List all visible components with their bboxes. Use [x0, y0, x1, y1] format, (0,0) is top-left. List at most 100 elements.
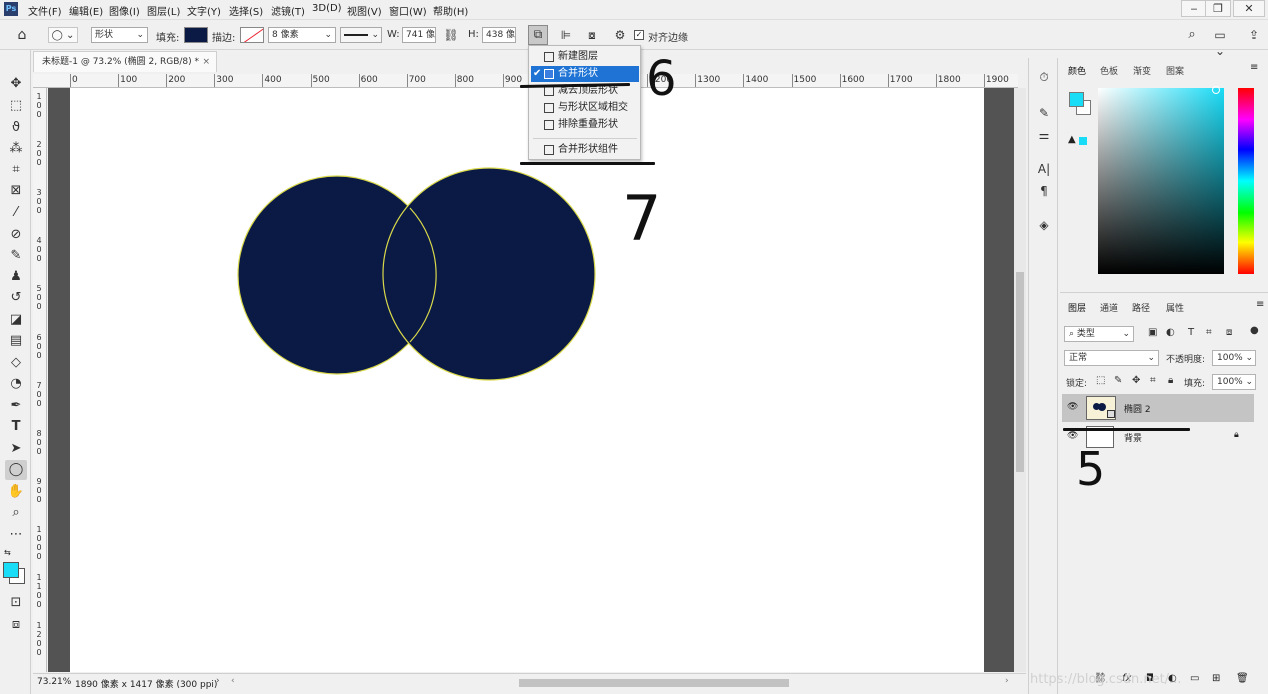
- stroke-type-select[interactable]: ⌄: [340, 27, 382, 43]
- zoom-tool-icon[interactable]: ⌕: [5, 503, 27, 523]
- color-picker-field[interactable]: [1098, 88, 1224, 274]
- layer-row-ellipse[interactable]: 👁︎ 椭圆 2: [1062, 394, 1254, 422]
- home-icon[interactable]: ⌂: [14, 27, 30, 43]
- menu-file[interactable]: 文件(F): [28, 3, 62, 18]
- dodge-tool-icon[interactable]: ◔: [5, 374, 27, 394]
- frame-tool-icon[interactable]: ⊠: [5, 181, 27, 201]
- color-picker-cursor[interactable]: [1212, 86, 1220, 94]
- lock-transparent-icon[interactable]: ⬚: [1096, 375, 1105, 386]
- foreground-color-swatch[interactable]: [3, 562, 19, 578]
- layer-filter-select[interactable]: ⌕ 类型 ⌄: [1064, 326, 1134, 342]
- brush-settings-icon[interactable]: ✎: [1035, 104, 1053, 122]
- filter-shape-icon[interactable]: ⌗: [1206, 327, 1212, 338]
- trash-icon[interactable]: 🗑︎: [1236, 673, 1249, 684]
- adjustments-icon[interactable]: ⚌: [1035, 126, 1053, 144]
- crop-tool-icon[interactable]: ⌗: [5, 160, 27, 180]
- menu-merge-shape-components[interactable]: 合并形状组件: [531, 142, 639, 158]
- gear-icon[interactable]: ⚙: [612, 27, 628, 43]
- lock-artboard-icon[interactable]: ⌗: [1150, 375, 1156, 386]
- pen-tool-icon[interactable]: ✒: [5, 396, 27, 416]
- filter-smart-object-icon[interactable]: ⧈: [1226, 327, 1232, 338]
- menu-select[interactable]: 选择(S): [229, 3, 263, 18]
- path-selection-tool-icon[interactable]: ➤: [5, 439, 27, 459]
- new-layer-icon[interactable]: ⊞: [1212, 673, 1220, 684]
- menu-exclude-overlapping-shapes[interactable]: 排除重叠形状: [531, 117, 639, 133]
- zoom-level[interactable]: 73.21%: [37, 677, 71, 687]
- menu-help[interactable]: 帮助(H): [433, 3, 468, 18]
- menu-intersect-shape-areas[interactable]: 与形状区域相交: [531, 100, 639, 116]
- filter-pixel-icon[interactable]: ▣: [1148, 327, 1157, 338]
- menu-type[interactable]: 文字(Y): [187, 3, 221, 18]
- tab-patterns[interactable]: 图案: [1166, 64, 1184, 77]
- stroke-swatch[interactable]: [240, 27, 264, 43]
- history-panel-icon[interactable]: ⏱: [1035, 68, 1053, 86]
- new-group-icon[interactable]: ▭: [1190, 673, 1199, 684]
- lock-position-icon[interactable]: ✥: [1132, 375, 1140, 386]
- visibility-eye-icon[interactable]: 👁︎: [1067, 431, 1078, 441]
- paragraph-panel-icon[interactable]: ¶: [1035, 182, 1053, 200]
- height-field[interactable]: 438 像素: [482, 27, 516, 43]
- character-panel-icon[interactable]: A|: [1035, 160, 1053, 178]
- lock-all-icon[interactable]: 🔒︎: [1168, 375, 1173, 386]
- layers-menu-icon[interactable]: ≡: [1256, 299, 1264, 310]
- panel-menu-icon[interactable]: ≡: [1250, 62, 1258, 73]
- healing-brush-tool-icon[interactable]: ⊘: [5, 225, 27, 245]
- share-icon[interactable]: ⇪: [1246, 27, 1262, 43]
- lasso-tool-icon[interactable]: ϑ: [5, 118, 27, 138]
- gradient-tool-icon[interactable]: ▤: [5, 331, 27, 351]
- horizontal-scrollbar[interactable]: ‹ ›: [229, 674, 1019, 693]
- menu-3d[interactable]: 3D(D): [312, 3, 342, 14]
- eyedropper-tool-icon[interactable]: ⁄: [5, 203, 27, 223]
- stroke-size-field[interactable]: 8 像素 ⌄: [268, 27, 336, 43]
- quick-mask-icon[interactable]: ⊡: [5, 593, 27, 613]
- path-alignment-icon[interactable]: ⊫: [558, 27, 574, 43]
- lock-image-icon[interactable]: ✎: [1114, 375, 1122, 386]
- color-fg-swatch[interactable]: [1069, 92, 1084, 107]
- swap-colors-icon[interactable]: ⇆: [4, 548, 11, 557]
- close-window-button[interactable]: ✕: [1233, 0, 1265, 17]
- fill-field[interactable]: 100% ⌄: [1212, 374, 1256, 390]
- path-arrangement-icon[interactable]: ⧇: [584, 27, 600, 43]
- blend-mode-select[interactable]: 正常 ⌄: [1064, 350, 1159, 366]
- web-safe-swatch[interactable]: [1079, 137, 1087, 145]
- history-brush-tool-icon[interactable]: ↺: [5, 288, 27, 308]
- tab-gradients[interactable]: 渐变: [1133, 64, 1151, 77]
- more-tools-icon[interactable]: ⋯: [5, 525, 27, 545]
- menu-combine-shapes[interactable]: ✔ 合并形状: [531, 66, 639, 82]
- eraser-tool-icon[interactable]: ◪: [5, 310, 27, 330]
- align-edges-checkbox[interactable]: ✓: [634, 30, 644, 40]
- move-tool-icon[interactable]: ✥: [5, 74, 27, 94]
- 3d-panel-icon[interactable]: ◈: [1035, 216, 1053, 234]
- restore-button[interactable]: ❐: [1205, 0, 1231, 17]
- tab-swatches[interactable]: 色板: [1100, 64, 1118, 77]
- link-icon[interactable]: ⛓: [443, 27, 459, 43]
- menu-filter[interactable]: 滤镜(T): [271, 3, 305, 18]
- magic-wand-tool-icon[interactable]: ⁂: [5, 139, 27, 159]
- status-arrow-icon[interactable]: ›: [216, 676, 220, 686]
- minimize-button[interactable]: ‒: [1181, 0, 1207, 17]
- tab-channels[interactable]: 通道: [1100, 301, 1118, 314]
- filter-adjustment-icon[interactable]: ◐: [1166, 327, 1175, 338]
- canvas[interactable]: [70, 88, 984, 672]
- hue-slider[interactable]: [1238, 88, 1254, 274]
- menu-window[interactable]: 窗口(W): [389, 3, 427, 18]
- screen-mode-icon[interactable]: ⧈: [5, 615, 27, 635]
- menu-layer[interactable]: 图层(L): [147, 3, 180, 18]
- blur-tool-icon[interactable]: ◇: [5, 353, 27, 373]
- workspace-icon[interactable]: ▭ ⌄: [1208, 27, 1232, 58]
- width-field[interactable]: 741 像素: [402, 27, 436, 43]
- search-icon[interactable]: ⌕: [1184, 27, 1200, 43]
- hand-tool-icon[interactable]: ✋: [5, 482, 27, 502]
- ellipse-tool-icon[interactable]: ◯: [5, 460, 27, 480]
- filter-toggle-icon[interactable]: ●: [1250, 325, 1259, 336]
- marquee-tool-icon[interactable]: ⬚: [5, 96, 27, 116]
- shape-mode-select[interactable]: 形状 ⌄: [91, 27, 148, 43]
- tab-properties[interactable]: 属性: [1166, 301, 1184, 314]
- menu-new-layer[interactable]: 新建图层: [531, 49, 639, 65]
- visibility-eye-icon[interactable]: 👁︎: [1067, 402, 1078, 412]
- stamp-tool-icon[interactable]: ♟: [5, 267, 27, 287]
- menu-image[interactable]: 图像(I): [109, 3, 140, 18]
- tab-paths[interactable]: 路径: [1132, 301, 1150, 314]
- path-operations-icon[interactable]: ⧉: [528, 25, 548, 45]
- close-tab-icon[interactable]: ×: [202, 52, 210, 72]
